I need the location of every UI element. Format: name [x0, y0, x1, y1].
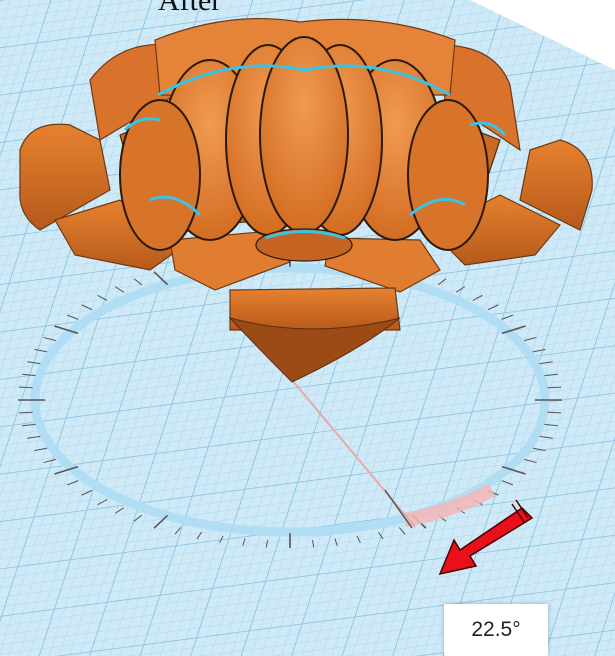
ring-tick — [547, 386, 561, 389]
rotation-angle-value: 22.5° — [471, 618, 521, 641]
3d-viewport[interactable] — [0, 0, 615, 656]
ring-tick — [547, 411, 561, 414]
caption-text: After — [158, 0, 222, 17]
rotation-angle-readout[interactable]: 22.5° — [444, 604, 548, 656]
ring-tick — [19, 411, 33, 414]
ring-tick — [19, 386, 33, 389]
screenshot-stage: After 22.5° — [0, 0, 615, 656]
